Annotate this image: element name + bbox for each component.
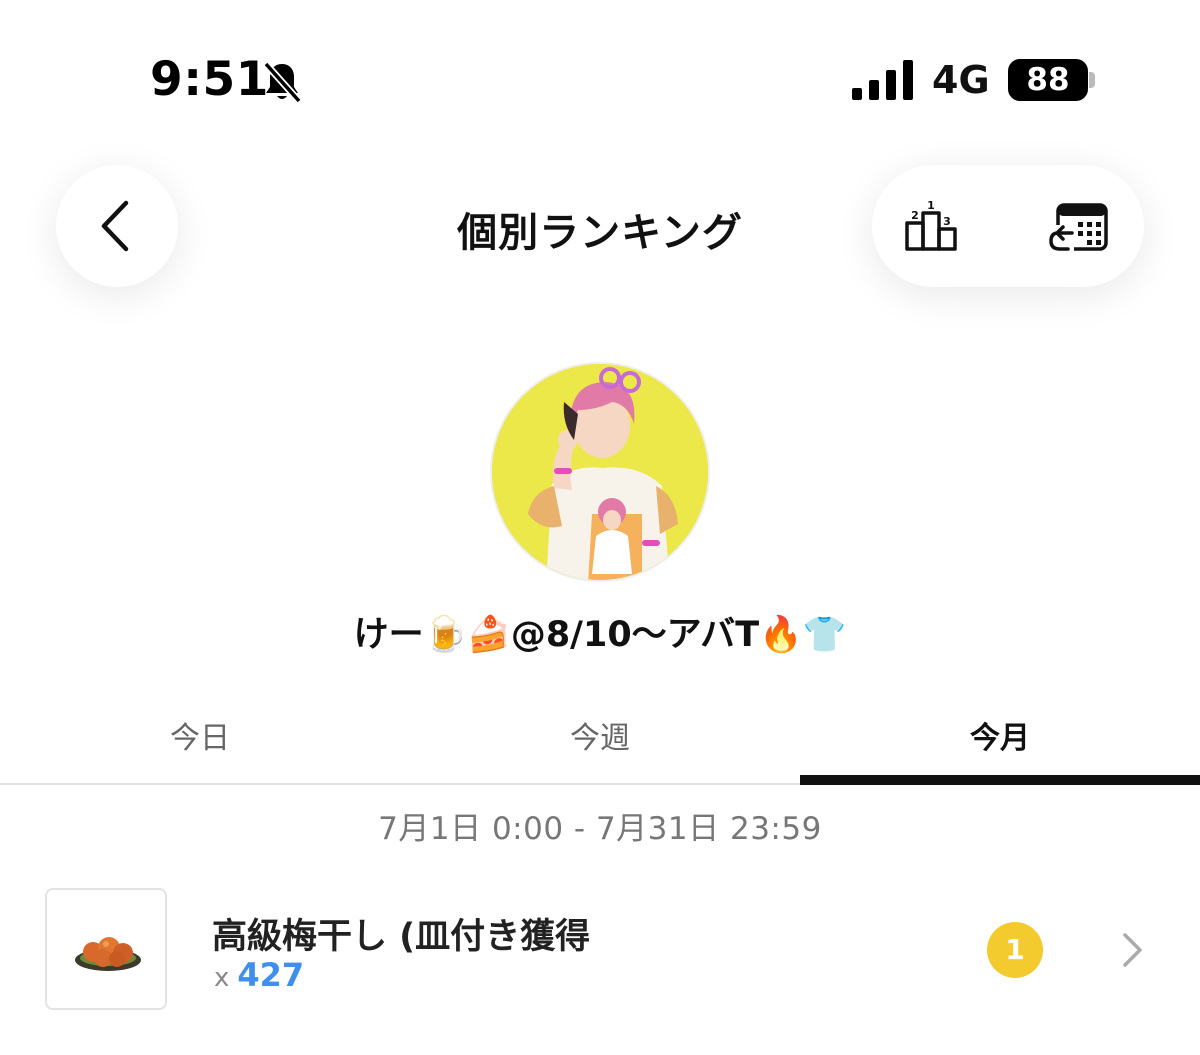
svg-text:2: 2 [911,209,919,222]
status-bar: 9:51 4G 88 [0,0,1200,150]
date-range: 7月1日 0:00 - 7月31日 23:59 [378,811,822,847]
calendar-history-icon[interactable] [1048,197,1112,259]
battery-cap [1089,72,1095,88]
gift-count-value: 427 [237,956,305,994]
tab-this-month[interactable]: 今月 [800,705,1200,785]
battery-indicator: 88 [1008,59,1088,101]
gift-thumbnail [45,888,167,1010]
tab-today[interactable]: 今日 [0,705,400,783]
rank-badge: 1 [987,922,1043,978]
svg-text:1: 1 [927,199,935,212]
gift-count: x 427 [214,956,304,994]
chevron-right-icon [1123,933,1142,967]
user-name: けー🍺🍰@8/10～アバT🔥👕 [353,615,847,655]
header-actions: 1 2 3 [872,165,1144,287]
umeboshi-plate-icon [75,937,141,971]
gift-count-prefix: x [214,963,230,993]
gift-list-item[interactable]: 高級梅干し (皿付き獲得 x 427 1 [0,880,1200,1020]
signal-icon [852,60,913,100]
battery-level: 88 [1026,62,1070,98]
tab-this-week[interactable]: 今週 [400,705,800,783]
status-time: 9:51 [150,52,269,107]
bell-slash-icon [263,61,302,104]
avatar [490,362,710,582]
svg-text:3: 3 [943,215,951,228]
network-type: 4G [932,58,990,102]
period-tabs: 今日 今週 今月 [0,705,1200,785]
gift-name: 高級梅干し (皿付き獲得 [212,917,591,957]
avatar-illustration [492,364,708,580]
podium-icon[interactable]: 1 2 3 [900,195,964,259]
